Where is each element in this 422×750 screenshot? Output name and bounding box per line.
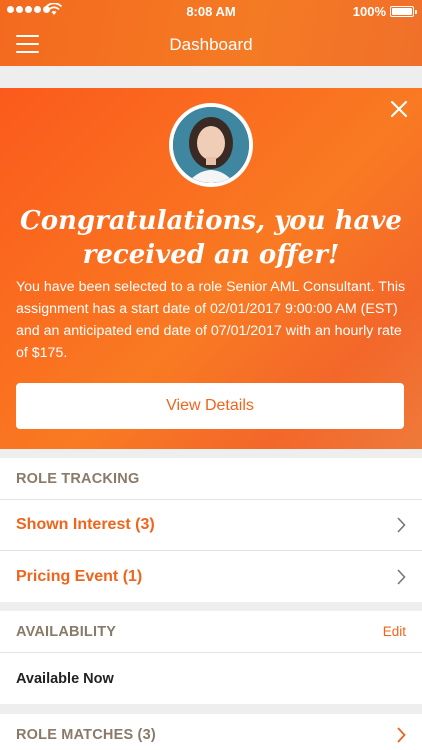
availability-section: AVAILABILITY Edit Available Now [0, 611, 422, 704]
offer-title: Congratulations, you have received an of… [20, 206, 402, 270]
close-icon[interactable] [390, 100, 408, 118]
shown-interest-label: Shown Interest (3) [16, 516, 155, 533]
role-matches-header[interactable]: ROLE MATCHES (3) [0, 714, 422, 750]
role-tracking-header: ROLE TRACKING [0, 458, 422, 500]
shown-interest-row[interactable]: Shown Interest (3) [0, 500, 422, 551]
avatar [169, 103, 253, 187]
edit-availability-link[interactable]: Edit [383, 624, 406, 639]
pricing-event-row[interactable]: Pricing Event (1) [0, 551, 422, 602]
offer-banner: Congratulations, you have received an of… [0, 88, 422, 449]
battery-icon [390, 6, 417, 17]
role-tracking-title: ROLE TRACKING [16, 470, 140, 487]
top-bar: 8:08 AM 100% Dashboard [0, 0, 422, 66]
page-title: Dashboard [169, 35, 253, 54]
status-bar: 8:08 AM 100% [0, 0, 422, 22]
nav-bar: Dashboard [0, 22, 422, 66]
battery-percent: 100% [352, 4, 386, 19]
role-matches-section[interactable]: ROLE MATCHES (3) [0, 714, 422, 750]
availability-title: AVAILABILITY [16, 623, 117, 640]
avatar-portrait [173, 107, 249, 183]
availability-header: AVAILABILITY Edit [0, 611, 422, 653]
view-details-button[interactable]: View Details [16, 383, 404, 429]
role-tracking-section: ROLE TRACKING Shown Interest (3) Pricing… [0, 458, 422, 602]
availability-value: Available Now [16, 670, 114, 687]
chevron-right-icon [397, 568, 406, 585]
offer-description: You have been selected to a role Senior … [16, 279, 406, 361]
chevron-right-icon [397, 727, 406, 743]
pricing-event-label: Pricing Event (1) [16, 567, 143, 585]
role-matches-title: ROLE MATCHES (3) [16, 727, 156, 743]
chevron-right-icon [397, 517, 406, 533]
